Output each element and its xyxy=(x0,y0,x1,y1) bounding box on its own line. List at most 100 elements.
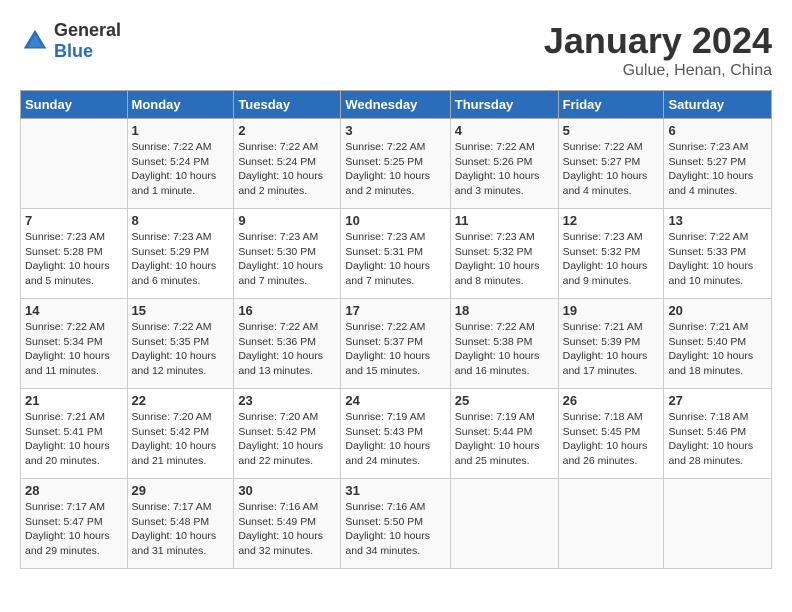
day-number: 24 xyxy=(345,393,445,408)
calendar-cell: 12 Sunrise: 7:23 AMSunset: 5:32 PMDayligh… xyxy=(558,209,664,299)
day-number: 22 xyxy=(132,393,230,408)
calendar-cell: 10 Sunrise: 7:23 AMSunset: 5:31 PMDayligh… xyxy=(341,209,450,299)
calendar-week-3: 14 Sunrise: 7:22 AMSunset: 5:34 PMDayligh… xyxy=(21,299,772,389)
logo: General Blue xyxy=(20,20,121,62)
day-info: Sunrise: 7:17 AMSunset: 5:47 PMDaylight:… xyxy=(25,500,123,559)
calendar-cell: 4Sunrise: 7:22 AMSunset: 5:26 PMDaylight… xyxy=(450,119,558,209)
calendar-cell xyxy=(558,479,664,569)
calendar-cell: 14 Sunrise: 7:22 AMSunset: 5:34 PMDayligh… xyxy=(21,299,128,389)
calendar-cell: 26Sunrise: 7:18 AMSunset: 5:45 PMDayligh… xyxy=(558,389,664,479)
day-info: Sunrise: 7:22 AMSunset: 5:25 PMDaylight:… xyxy=(345,140,445,199)
page-header: General Blue January 2024 Gulue, Henan, … xyxy=(20,20,772,80)
day-number: 15 xyxy=(132,303,230,318)
day-info: Sunrise: 7:23 AMSunset: 5:32 PMDaylight:… xyxy=(455,230,554,289)
calendar-week-1: 1 Sunrise: 7:22 AMSunset: 5:24 PMDaylight… xyxy=(21,119,772,209)
calendar-table: SundayMondayTuesdayWednesdayThursdayFrid… xyxy=(20,90,772,569)
day-number: 12 xyxy=(563,213,660,228)
weekday-header-row: SundayMondayTuesdayWednesdayThursdayFrid… xyxy=(21,91,772,119)
day-number: 28 xyxy=(25,483,123,498)
calendar-cell: 17 Sunrise: 7:22 AMSunset: 5:37 PMDayligh… xyxy=(341,299,450,389)
day-number: 30 xyxy=(238,483,336,498)
day-number: 6 xyxy=(668,123,767,138)
calendar-cell: 24Sunrise: 7:19 AMSunset: 5:43 PMDayligh… xyxy=(341,389,450,479)
day-number: 21 xyxy=(25,393,123,408)
calendar-cell: 8 Sunrise: 7:23 AMSunset: 5:29 PMDaylight… xyxy=(127,209,234,299)
calendar-cell: 16Sunrise: 7:22 AMSunset: 5:36 PMDayligh… xyxy=(234,299,341,389)
calendar-cell: 1 Sunrise: 7:22 AMSunset: 5:24 PMDaylight… xyxy=(127,119,234,209)
weekday-header-thursday: Thursday xyxy=(450,91,558,119)
calendar-cell: 2 Sunrise: 7:22 AMSunset: 5:24 PMDaylight… xyxy=(234,119,341,209)
day-info: Sunrise: 7:23 AMSunset: 5:27 PMDaylight:… xyxy=(668,140,767,199)
day-info: Sunrise: 7:20 AMSunset: 5:42 PMDaylight:… xyxy=(238,410,336,469)
title-block: January 2024 Gulue, Henan, China xyxy=(544,20,772,80)
calendar-cell: 22Sunrise: 7:20 AMSunset: 5:42 PMDayligh… xyxy=(127,389,234,479)
calendar-cell xyxy=(450,479,558,569)
day-info: Sunrise: 7:23 AMSunset: 5:28 PMDaylight:… xyxy=(25,230,123,289)
calendar-cell: 25Sunrise: 7:19 AMSunset: 5:44 PMDayligh… xyxy=(450,389,558,479)
day-number: 3 xyxy=(345,123,445,138)
weekday-header-friday: Friday xyxy=(558,91,664,119)
day-number: 8 xyxy=(132,213,230,228)
calendar-cell: 13Sunrise: 7:22 AMSunset: 5:33 PMDayligh… xyxy=(664,209,772,299)
day-number: 1 xyxy=(132,123,230,138)
day-info: Sunrise: 7:23 AMSunset: 5:31 PMDaylight:… xyxy=(345,230,445,289)
location-subtitle: Gulue, Henan, China xyxy=(544,62,772,80)
day-info: Sunrise: 7:22 AMSunset: 5:33 PMDaylight:… xyxy=(668,230,767,289)
day-number: 27 xyxy=(668,393,767,408)
day-info: Sunrise: 7:22 AMSunset: 5:35 PMDaylight:… xyxy=(132,320,230,379)
day-info: Sunrise: 7:23 AMSunset: 5:29 PMDaylight:… xyxy=(132,230,230,289)
day-info: Sunrise: 7:16 AMSunset: 5:50 PMDaylight:… xyxy=(345,500,445,559)
weekday-header-tuesday: Tuesday xyxy=(234,91,341,119)
calendar-cell xyxy=(21,119,128,209)
day-info: Sunrise: 7:23 AMSunset: 5:30 PMDaylight:… xyxy=(238,230,336,289)
day-number: 17 xyxy=(345,303,445,318)
day-info: Sunrise: 7:22 AMSunset: 5:38 PMDaylight:… xyxy=(455,320,554,379)
calendar-cell: 21 Sunrise: 7:21 AMSunset: 5:41 PMDayligh… xyxy=(21,389,128,479)
day-number: 16 xyxy=(238,303,336,318)
calendar-cell: 9 Sunrise: 7:23 AMSunset: 5:30 PMDaylight… xyxy=(234,209,341,299)
calendar-cell: 6 Sunrise: 7:23 AMSunset: 5:27 PMDaylight… xyxy=(664,119,772,209)
month-title: January 2024 xyxy=(544,20,772,62)
day-number: 7 xyxy=(25,213,123,228)
day-info: Sunrise: 7:21 AMSunset: 5:41 PMDaylight:… xyxy=(25,410,123,469)
day-number: 9 xyxy=(238,213,336,228)
calendar-cell: 29 Sunrise: 7:17 AMSunset: 5:48 PMDayligh… xyxy=(127,479,234,569)
calendar-cell: 5Sunrise: 7:22 AMSunset: 5:27 PMDaylight… xyxy=(558,119,664,209)
calendar-body: 1 Sunrise: 7:22 AMSunset: 5:24 PMDaylight… xyxy=(21,119,772,569)
calendar-cell: 20Sunrise: 7:21 AMSunset: 5:40 PMDayligh… xyxy=(664,299,772,389)
day-info: Sunrise: 7:22 AMSunset: 5:37 PMDaylight:… xyxy=(345,320,445,379)
day-info: Sunrise: 7:22 AMSunset: 5:24 PMDaylight:… xyxy=(132,140,230,199)
calendar-cell: 31Sunrise: 7:16 AMSunset: 5:50 PMDayligh… xyxy=(341,479,450,569)
day-info: Sunrise: 7:22 AMSunset: 5:34 PMDaylight:… xyxy=(25,320,123,379)
weekday-header-sunday: Sunday xyxy=(21,91,128,119)
day-number: 2 xyxy=(238,123,336,138)
day-info: Sunrise: 7:21 AMSunset: 5:40 PMDaylight:… xyxy=(668,320,767,379)
day-info: Sunrise: 7:23 AMSunset: 5:32 PMDaylight:… xyxy=(563,230,660,289)
day-info: Sunrise: 7:17 AMSunset: 5:48 PMDaylight:… xyxy=(132,500,230,559)
day-info: Sunrise: 7:18 AMSunset: 5:46 PMDaylight:… xyxy=(668,410,767,469)
weekday-header-wednesday: Wednesday xyxy=(341,91,450,119)
day-number: 11 xyxy=(455,213,554,228)
day-number: 25 xyxy=(455,393,554,408)
calendar-cell: 27 Sunrise: 7:18 AMSunset: 5:46 PMDayligh… xyxy=(664,389,772,479)
day-info: Sunrise: 7:22 AMSunset: 5:24 PMDaylight:… xyxy=(238,140,336,199)
day-number: 4 xyxy=(455,123,554,138)
weekday-header-monday: Monday xyxy=(127,91,234,119)
calendar-week-2: 7 Sunrise: 7:23 AMSunset: 5:28 PMDaylight… xyxy=(21,209,772,299)
calendar-cell: 30Sunrise: 7:16 AMSunset: 5:49 PMDayligh… xyxy=(234,479,341,569)
day-number: 14 xyxy=(25,303,123,318)
logo-general-text: General xyxy=(54,20,121,40)
day-number: 23 xyxy=(238,393,336,408)
day-info: Sunrise: 7:18 AMSunset: 5:45 PMDaylight:… xyxy=(563,410,660,469)
calendar-cell: 28 Sunrise: 7:17 AMSunset: 5:47 PMDayligh… xyxy=(21,479,128,569)
calendar-cell: 3 Sunrise: 7:22 AMSunset: 5:25 PMDaylight… xyxy=(341,119,450,209)
day-number: 18 xyxy=(455,303,554,318)
day-info: Sunrise: 7:22 AMSunset: 5:27 PMDaylight:… xyxy=(563,140,660,199)
calendar-cell: 7 Sunrise: 7:23 AMSunset: 5:28 PMDaylight… xyxy=(21,209,128,299)
day-number: 10 xyxy=(345,213,445,228)
calendar-cell: 11 Sunrise: 7:23 AMSunset: 5:32 PMDayligh… xyxy=(450,209,558,299)
day-info: Sunrise: 7:21 AMSunset: 5:39 PMDaylight:… xyxy=(563,320,660,379)
day-number: 29 xyxy=(132,483,230,498)
logo-icon xyxy=(20,26,50,56)
calendar-cell: 18 Sunrise: 7:22 AMSunset: 5:38 PMDayligh… xyxy=(450,299,558,389)
